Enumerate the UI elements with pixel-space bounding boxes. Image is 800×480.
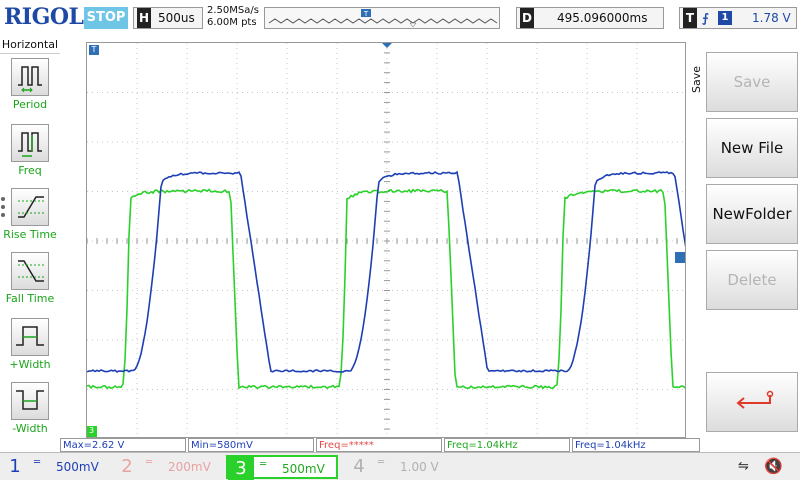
speaker-muted-icon[interactable]: 🔇: [764, 457, 783, 475]
trigger-time-marker: T: [89, 45, 99, 55]
channel-1-scale: 500mV: [56, 460, 99, 474]
negative-width-label: -Width: [12, 422, 48, 435]
channel-4-number: 4: [353, 456, 365, 477]
return-button[interactable]: [706, 372, 798, 432]
top-status-bar: RIGOL STOP H 500us 2.50MSa/s 6.00M pts T…: [0, 0, 800, 36]
measurement-bar: Max=2.62 V Min=580mV Freq=***** Freq=1.0…: [60, 438, 700, 452]
measure-fall-time-button[interactable]: Fall Time: [0, 252, 60, 316]
rigol-logo: RIGOL: [4, 4, 84, 30]
save-button[interactable]: Save: [706, 52, 798, 112]
rising-edge-icon: ⨍: [702, 11, 709, 25]
new-folder-button[interactable]: NewFolder: [706, 184, 798, 244]
waveform-overview: T: [268, 9, 498, 28]
save-menu: Save Save New File NewFolder Delete: [688, 36, 800, 452]
channel-3-scale: 500mV: [282, 462, 325, 476]
memory-depth: 6.00M pts: [207, 17, 257, 28]
trigger-level-marker[interactable]: [675, 252, 685, 263]
meas-ch2-freq[interactable]: Freq=*****: [316, 438, 442, 452]
trigger-level: 1.78 V: [752, 11, 791, 25]
channel-2-number: 2: [121, 456, 133, 477]
usb-icon: ⇋: [738, 459, 749, 474]
meas-ch3-freq[interactable]: Freq=1.04kHz: [444, 438, 570, 452]
graticule: [87, 43, 685, 437]
fall-time-label: Fall Time: [5, 292, 55, 305]
ch3-ground-marker[interactable]: 3: [87, 426, 97, 437]
measure-negative-width-button[interactable]: -Width: [0, 382, 60, 446]
meas-ch1-freq[interactable]: Freq=1.04kHz: [572, 438, 700, 452]
dc-coupling-icon: ═: [34, 457, 41, 468]
right-menu-title: Save: [690, 66, 703, 94]
measure-positive-width-button[interactable]: +Width: [0, 318, 60, 382]
negative-width-icon: [11, 382, 49, 420]
ch1-trace: [87, 170, 685, 373]
period-icon: [11, 58, 49, 96]
fall-time-icon: [11, 252, 49, 290]
measure-period-button[interactable]: Period: [0, 58, 60, 122]
rise-time-label: Rise Time: [3, 228, 57, 241]
horizontal-key: H: [137, 8, 151, 28]
rise-time-icon: [11, 188, 49, 226]
freq-icon: [11, 124, 49, 162]
trigger-source-badge: 1: [718, 11, 732, 25]
channel-1-tab[interactable]: 1 ═ 500mV: [2, 455, 108, 479]
delay-key: D: [520, 8, 534, 28]
channel-2-tab[interactable]: 2 ═ 200mV: [114, 455, 220, 479]
horizontal-timebase[interactable]: H 500us: [133, 7, 203, 29]
freq-label: Freq: [18, 164, 42, 177]
positive-width-label: +Width: [9, 358, 51, 371]
channel-3-number: 3: [228, 457, 254, 480]
trigger-position-arrow: [382, 43, 392, 48]
channel-4-scale: 1.00 V: [400, 460, 439, 474]
measure-freq-button[interactable]: Freq: [0, 124, 60, 188]
period-label: Period: [12, 98, 48, 111]
delete-button[interactable]: Delete: [706, 250, 798, 310]
dc-coupling-icon: ═: [146, 457, 153, 468]
horizontal-measure-menu: Horizontal Period Freq Rise Time Fall Ti…: [0, 36, 60, 452]
channel-4-tab[interactable]: 4 ═ 1.00 V: [346, 455, 452, 479]
new-file-button[interactable]: New File: [706, 118, 798, 178]
svg-text:T: T: [363, 10, 369, 18]
waveform-display[interactable]: T 3: [86, 42, 686, 438]
run-state-badge[interactable]: STOP: [84, 7, 128, 29]
trigger-readout[interactable]: T ⨍ 1 1.78 V: [679, 7, 797, 29]
dc-coupling-icon: ═: [378, 457, 385, 468]
positive-width-icon: [11, 318, 49, 356]
acquisition-info: 2.50MSa/s 6.00M pts: [207, 5, 259, 29]
delay-value: 495.096000ms: [557, 11, 648, 25]
return-arrow-icon: [736, 390, 774, 409]
left-menu-title: Horizontal: [0, 38, 60, 54]
meas-ch1-max[interactable]: Max=2.62 V: [60, 438, 186, 452]
sample-rate: 2.50MSa/s: [207, 5, 259, 16]
timebase-value: 500us: [158, 11, 195, 25]
measure-rise-time-button[interactable]: Rise Time: [0, 188, 60, 252]
channel-1-number: 1: [9, 456, 21, 477]
channel-3-tab[interactable]: 3 ═ 500mV: [226, 455, 338, 480]
meas-ch1-min[interactable]: Min=580mV: [188, 438, 314, 452]
trigger-key: T: [683, 8, 697, 28]
channel-bar: 1 ═ 500mV 2 ═ 200mV 3 ═ 500mV 4 ═ 1.00 V…: [0, 452, 800, 480]
memory-position-bar[interactable]: T: [264, 7, 500, 29]
delay-readout[interactable]: D 495.096000ms: [516, 7, 664, 29]
dc-coupling-icon: ═: [260, 459, 267, 470]
channel-2-scale: 200mV: [168, 460, 211, 474]
